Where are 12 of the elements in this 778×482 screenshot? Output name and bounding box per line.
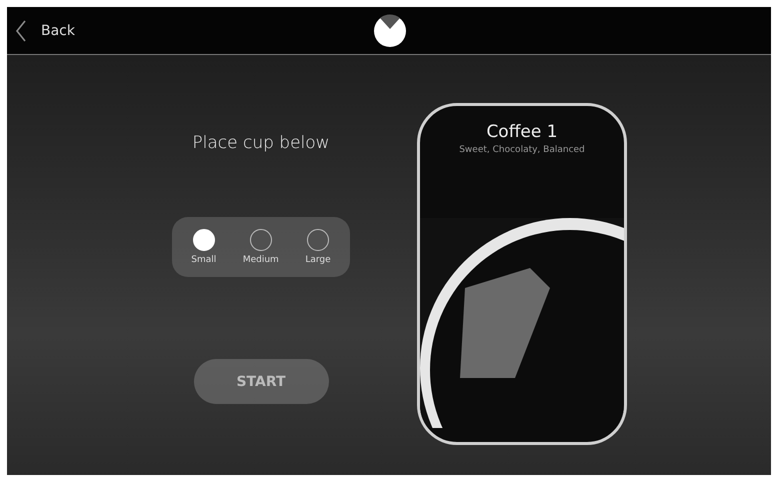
size-option[interactable]: Small: [191, 229, 216, 265]
logo-icon: [373, 14, 407, 48]
drink-description: Sweet, Chocolaty, Balanced: [459, 145, 585, 155]
back-button[interactable]: Back: [7, 18, 75, 42]
chevron-left-icon: [15, 18, 27, 42]
back-label: Back: [41, 22, 75, 38]
size-option[interactable]: Large: [305, 229, 331, 265]
size-option[interactable]: Medium: [242, 229, 279, 265]
drink-card[interactable]: Coffee 1 Sweet, Chocolaty, Balanced: [417, 103, 627, 445]
instruction-text: Place cup below: [192, 133, 330, 153]
start-button[interactable]: START: [194, 359, 328, 404]
drink-title: Coffee 1: [486, 122, 558, 142]
